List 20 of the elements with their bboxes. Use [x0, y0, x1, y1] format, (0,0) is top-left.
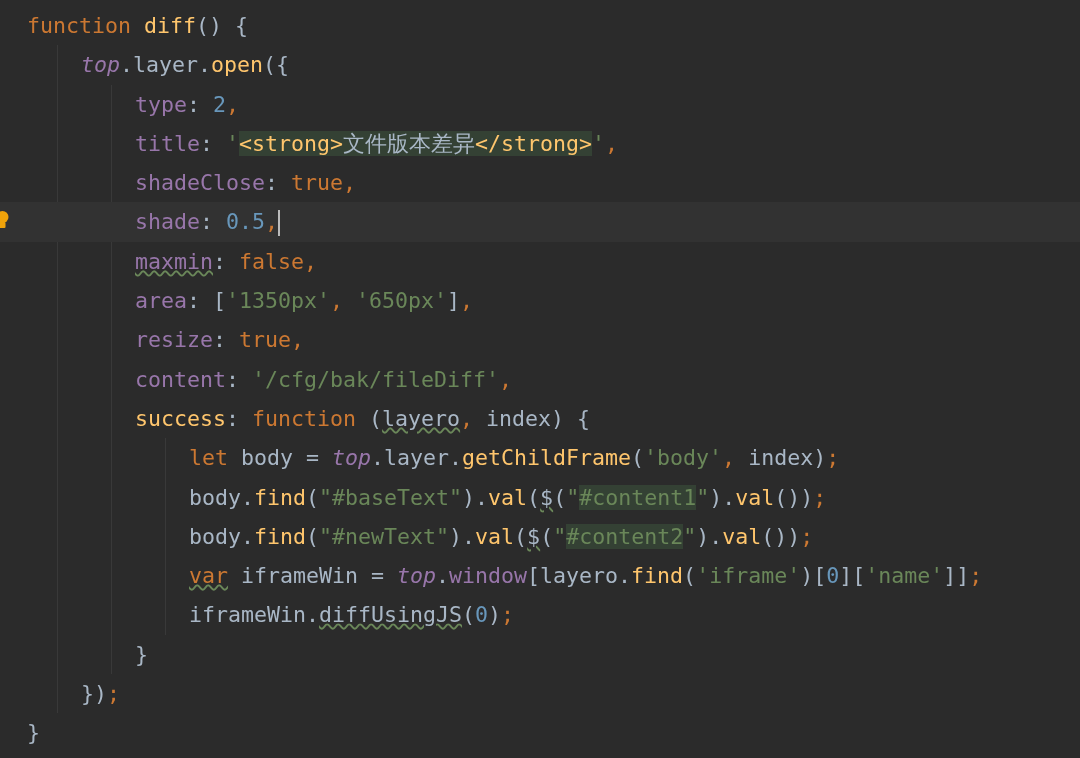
- code-line: var iframeWin = top.window[layero.find('iframe')[0]['name']];: [189, 562, 983, 591]
- code-line: });: [81, 680, 121, 709]
- code-line: shadeClose: true,: [135, 169, 357, 198]
- code-line: area: ['1350px', '650px'],: [135, 287, 474, 316]
- code-line: title: '<strong>文件版本差异</strong>',: [135, 129, 619, 158]
- code-line: top.layer.open({: [81, 51, 290, 80]
- code-line: resize: true,: [135, 326, 305, 355]
- code-line: shade: 0.5,: [135, 208, 279, 237]
- text-cursor: [278, 210, 281, 237]
- code-line: }: [27, 719, 40, 748]
- code-line: body.find("#baseText").val($("#content1").val());: [189, 483, 827, 512]
- code-line: content: '/cfg/bak/fileDiff',: [135, 365, 513, 394]
- code-line: }: [135, 640, 148, 669]
- code-line: maxmin: false,: [135, 247, 318, 276]
- code-line: body.find("#newText").val($("#content2").val());: [189, 522, 814, 551]
- code-line: iframeWin.diffUsingJS(0);: [189, 601, 515, 630]
- code-line: type: 2,: [135, 90, 240, 119]
- code-line: success: function (layero, index) {: [135, 404, 591, 433]
- code-line: function diff() {: [27, 12, 249, 40]
- code-line: let body = top.layer.getChildFrame('body', index);: [189, 444, 840, 473]
